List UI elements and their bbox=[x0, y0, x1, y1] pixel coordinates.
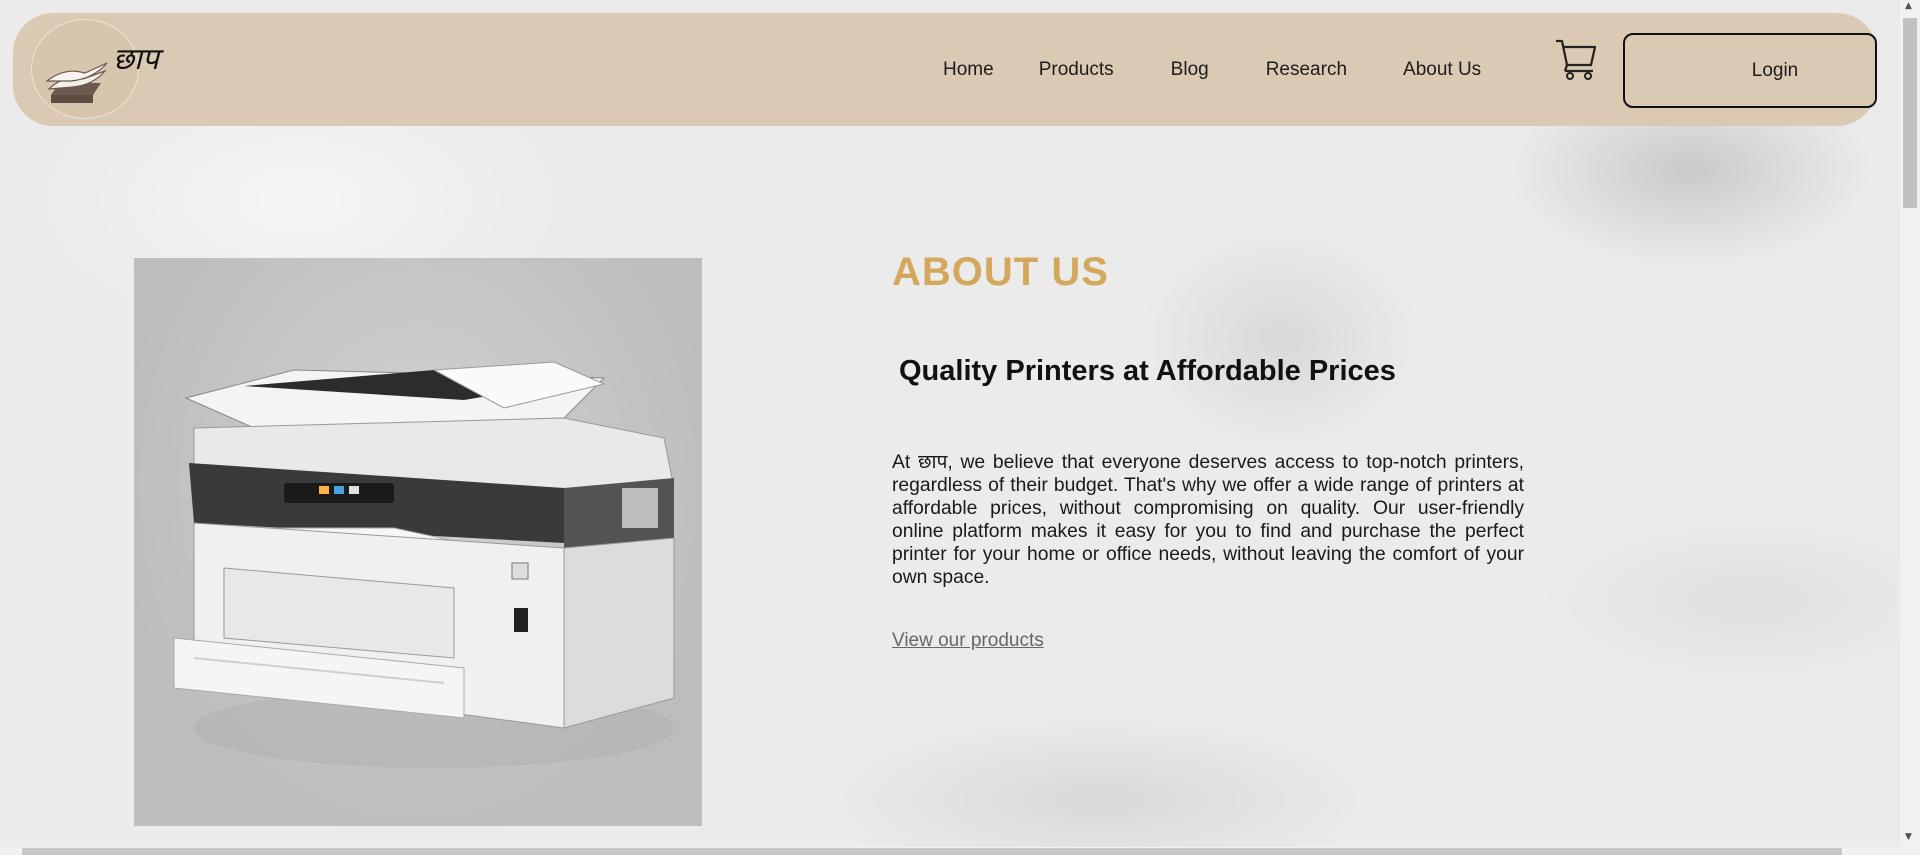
vertical-scroll-thumb[interactable] bbox=[1903, 18, 1917, 208]
about-heading: ABOUT US bbox=[892, 250, 1109, 294]
paper-stack-icon bbox=[45, 62, 108, 103]
about-subheading: Quality Printers at Affordable Prices bbox=[899, 355, 1396, 387]
nav-products[interactable]: Products bbox=[1039, 59, 1114, 81]
horizontal-scroll-thumb[interactable] bbox=[22, 848, 1842, 855]
printer-illustration bbox=[173, 361, 675, 768]
nav-research[interactable]: Research bbox=[1266, 59, 1347, 81]
scroll-down-icon[interactable]: ▼ bbox=[1905, 832, 1912, 842]
main-nav: Home Products Blog Research About Us bbox=[931, 13, 1481, 126]
navbar: छाप Home Products Blog Research About Us… bbox=[13, 13, 1877, 126]
nav-home[interactable]: Home bbox=[943, 59, 994, 81]
printer-image bbox=[134, 258, 702, 826]
horizontal-scrollbar[interactable] bbox=[0, 847, 1900, 855]
vertical-scrollbar[interactable]: ▲ ▼ bbox=[1900, 0, 1920, 855]
scroll-up-icon[interactable]: ▲ bbox=[1905, 1, 1912, 11]
brand-logo[interactable]: छाप bbox=[31, 19, 159, 119]
login-button[interactable]: Login bbox=[1623, 33, 1877, 108]
cart-icon bbox=[1556, 39, 1597, 80]
cart-button[interactable] bbox=[1553, 35, 1599, 81]
view-products-link[interactable]: View our products bbox=[892, 630, 1044, 652]
about-paragraph: At छाप, we believe that everyone deserve… bbox=[892, 452, 1524, 588]
nav-blog[interactable]: Blog bbox=[1171, 59, 1209, 81]
nav-about-us[interactable]: About Us bbox=[1403, 59, 1481, 81]
logo-text: छाप bbox=[113, 42, 159, 77]
